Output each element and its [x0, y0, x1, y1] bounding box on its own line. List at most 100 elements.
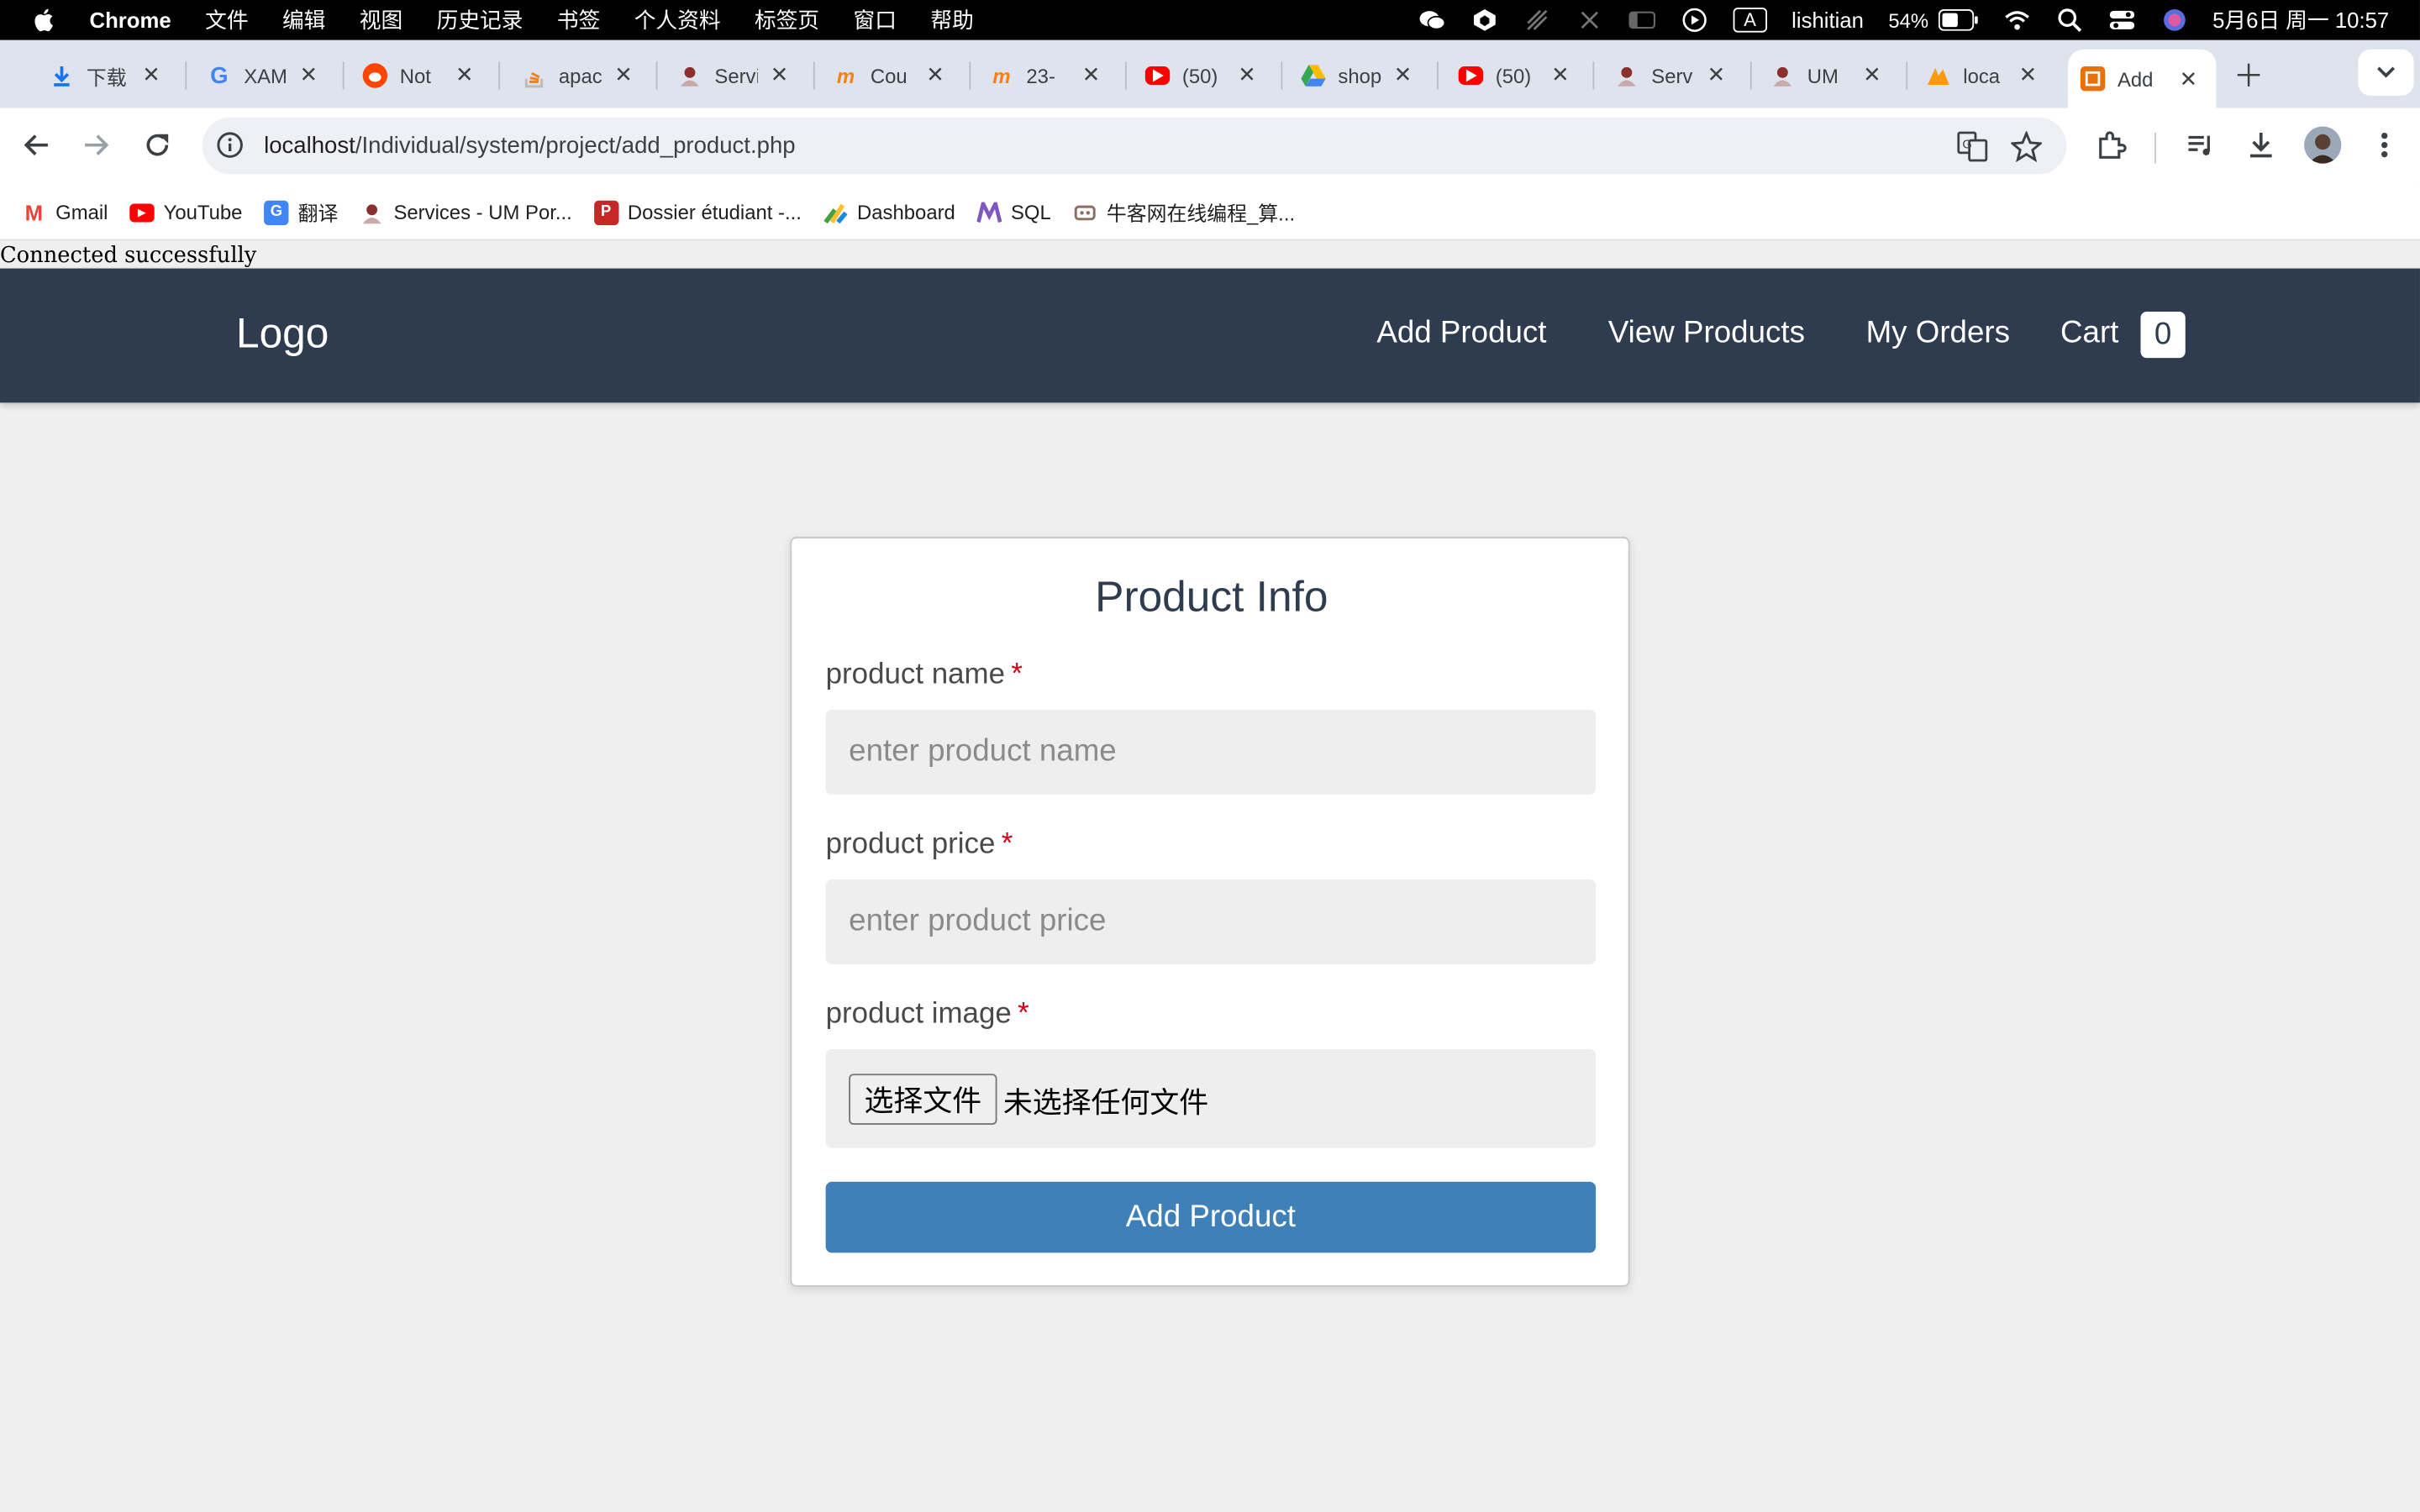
menu-app-name[interactable]: Chrome — [90, 8, 171, 32]
media-control-button[interactable] — [2182, 127, 2219, 164]
toolbar-divider — [2154, 132, 2156, 164]
bookmark-youtube[interactable]: ▶ YouTube — [129, 201, 242, 223]
sql-icon — [976, 200, 1002, 224]
menu-bookmarks[interactable]: 书签 — [557, 5, 600, 36]
menu-edit[interactable]: 编辑 — [282, 5, 325, 36]
nav-my-orders[interactable]: My Orders — [1866, 317, 2010, 352]
tab-divider — [969, 61, 971, 90]
url-host: localhost — [264, 132, 355, 160]
tab-reddit[interactable]: Not ✕ — [362, 52, 477, 98]
extensions-button[interactable] — [2093, 127, 2130, 164]
tab-xampp[interactable]: G XAMPP ✕ — [207, 52, 321, 98]
window-icon[interactable] — [1628, 8, 1655, 32]
tab-downloads[interactable]: 下载 ✕ — [50, 52, 164, 98]
new-tab-button[interactable]: ＋ — [2232, 55, 2265, 93]
address-bar[interactable]: localhost/Individual/system/project/add_… — [202, 117, 2067, 175]
tab-youtube-2[interactable]: (50) ✕ — [1458, 52, 1573, 98]
wifi-icon[interactable] — [2002, 8, 2030, 32]
forward-button[interactable] — [77, 127, 114, 164]
nav-view-products[interactable]: View Products — [1608, 317, 1805, 352]
url-text[interactable]: localhost/Individual/system/project/add_… — [264, 133, 796, 159]
reload-button[interactable] — [139, 127, 176, 164]
menu-tabs[interactable]: 标签页 — [755, 5, 819, 36]
puzzle-icon — [2099, 131, 2127, 159]
tab-um[interactable]: UM ✕ — [1770, 52, 1885, 98]
close-icon[interactable]: ✕ — [1704, 61, 1728, 86]
bookmark-dossier[interactable]: P Dossier étudiant -... — [593, 199, 802, 225]
close-icon[interactable]: ✕ — [2016, 61, 2040, 86]
bookmark-label: 翻译 — [297, 202, 339, 226]
tab-services-2[interactable]: Serv ✕ — [1614, 52, 1728, 98]
product-image-file-input[interactable]: 选择文件 未选择任何文件 — [825, 1048, 1597, 1148]
bookmark-nowcoder[interactable]: 牛客网在线编程_算... — [1072, 197, 1295, 227]
required-marker: * — [1011, 659, 1023, 691]
profile-avatar[interactable] — [2304, 126, 2342, 164]
tab-services[interactable]: Services ✕ — [677, 52, 792, 98]
bookmark-services[interactable]: Services - UM Por... — [360, 200, 572, 224]
username[interactable]: lishitian — [1791, 8, 1864, 32]
close-icon[interactable]: ✕ — [1391, 61, 1415, 86]
menu-help[interactable]: 帮助 — [930, 5, 973, 36]
tab-localhost-pma[interactable]: loca ✕ — [1926, 52, 2040, 98]
tab-search-button[interactable] — [2358, 49, 2414, 96]
close-icon[interactable]: ✕ — [452, 61, 476, 86]
app-icon — [2080, 66, 2106, 92]
siri-icon[interactable] — [2160, 8, 2188, 32]
close-icon[interactable]: ✕ — [1234, 61, 1259, 86]
stripes-icon[interactable] — [1523, 8, 1551, 32]
tab-course[interactable]: m Cou ✕ — [834, 52, 948, 98]
product-name-input[interactable] — [825, 709, 1597, 795]
product-price-label: product price * — [826, 828, 1013, 862]
wechat-icon[interactable] — [1418, 8, 1446, 32]
battery-icon[interactable] — [1938, 9, 1978, 31]
play-circle-icon[interactable] — [1681, 8, 1708, 33]
close-icon[interactable]: ✕ — [767, 61, 792, 86]
star-icon[interactable] — [2011, 131, 2042, 162]
bookmark-dashboard[interactable]: Dashboard — [823, 200, 955, 224]
tab-apache[interactable]: apache ✕ — [522, 52, 636, 98]
cart-count-badge[interactable]: 0 — [2140, 312, 2186, 359]
menu-profiles[interactable]: 个人资料 — [634, 5, 721, 36]
tab-youtube-1[interactable]: (50) ✕ — [1144, 52, 1260, 98]
translate-icon[interactable]: G — [1957, 131, 1988, 162]
tab-title: Cou — [870, 64, 908, 87]
cube-icon[interactable] — [1470, 8, 1498, 32]
tab-title: UM — [1807, 64, 1839, 87]
close-icon[interactable]: ✕ — [923, 61, 947, 86]
close-icon[interactable]: ✕ — [2176, 66, 2201, 91]
menu-file[interactable]: 文件 — [205, 5, 248, 36]
spotlight-search-icon[interactable] — [2055, 8, 2083, 33]
um-icon — [1614, 63, 1639, 87]
bookmark-gmail[interactable]: M Gmail — [22, 200, 108, 224]
close-icon[interactable]: ✕ — [611, 61, 635, 86]
close-icon[interactable]: ✕ — [1548, 61, 1572, 86]
menu-view[interactable]: 视图 — [360, 5, 402, 36]
back-button[interactable] — [18, 127, 55, 164]
clock[interactable]: 5月6日 周一 10:57 — [2212, 5, 2389, 36]
tab-title: (50) — [1495, 64, 1532, 87]
close-icon[interactable]: ✕ — [139, 61, 163, 86]
tab-add-product-active[interactable]: Add ✕ — [2068, 49, 2217, 108]
slash-icon[interactable] — [1576, 8, 1603, 32]
choose-file-button[interactable]: 选择文件 — [849, 1074, 997, 1125]
chrome-menu-button[interactable] — [2366, 127, 2403, 164]
site-logo[interactable]: Logo — [236, 310, 329, 358]
bookmark-translate[interactable]: G 翻译 — [264, 197, 338, 227]
apple-icon[interactable] — [31, 6, 59, 34]
nav-cart[interactable]: Cart — [2060, 317, 2118, 352]
site-info-icon[interactable] — [216, 131, 244, 159]
close-icon[interactable]: ✕ — [1079, 61, 1103, 86]
nav-add-product[interactable]: Add Product — [1376, 317, 1546, 352]
menu-history[interactable]: 历史记录 — [437, 5, 523, 36]
product-price-input[interactable] — [825, 879, 1597, 964]
add-product-submit-button[interactable]: Add Product — [825, 1181, 1597, 1253]
tab-drive[interactable]: shop ✕ — [1301, 52, 1415, 98]
menu-window[interactable]: 窗口 — [854, 5, 897, 36]
bookmark-sql[interactable]: SQL — [976, 200, 1051, 224]
tab-23[interactable]: m 23- ✕ — [989, 52, 1103, 98]
close-icon[interactable]: ✕ — [297, 61, 321, 86]
downloads-button[interactable] — [2243, 127, 2280, 164]
close-icon[interactable]: ✕ — [1860, 61, 1884, 86]
control-center-icon[interactable] — [2107, 8, 2135, 32]
input-source-indicator[interactable]: A — [1733, 8, 1767, 33]
